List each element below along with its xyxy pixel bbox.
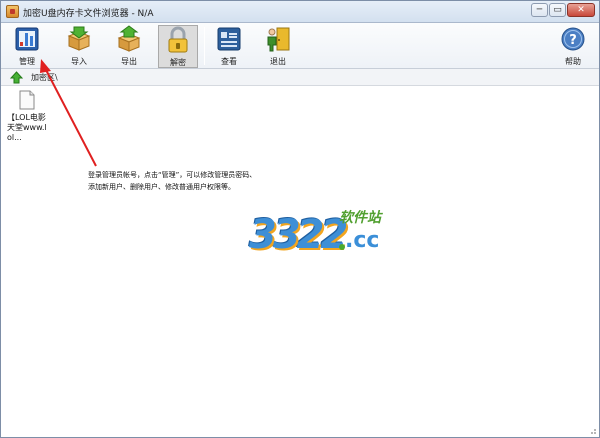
exit-door-icon [267,27,290,52]
hint-line-1: 登录管理员帐号，点击“管理”，可以修改管理员密码、 [88,171,257,179]
svg-text:?: ? [569,33,577,48]
current-path: 加密区\ [31,73,58,82]
export-button[interactable]: 导出 [109,25,149,68]
app-icon [6,5,19,18]
manage-button[interactable]: 管理 [7,25,47,68]
exit-button[interactable]: 退出 [258,25,298,68]
toolbar: 管理 导入 导出 解密 查看 退出 ? 帮助 [1,23,599,69]
box-export-icon [117,25,141,52]
watermark-suffix: .cc [345,228,380,253]
manage-label: 管理 [19,57,35,66]
help-icon: ? [561,27,585,51]
resize-grip-icon[interactable] [587,425,597,435]
view-label: 查看 [221,57,237,66]
maximize-button[interactable]: ▭ [549,3,566,17]
watermark-tagline: 软件站 [339,210,381,226]
export-label: 导出 [121,57,137,66]
title-bar: 加密U盘内存卡文件浏览器 - N/A ─ ▭ ✕ [1,1,599,23]
hint-text: 登录管理员帐号，点击“管理”，可以修改管理员密码、 添加新用户、删除用户、修改普… [88,169,256,193]
address-bar: 加密区\ [1,69,599,86]
minimize-button[interactable]: ─ [531,3,548,17]
view-list-icon [217,27,241,51]
exit-label: 退出 [270,57,286,66]
window-controls: ─ ▭ ✕ [531,3,595,17]
help-button[interactable]: ? 帮助 [553,25,593,68]
import-button[interactable]: 导入 [59,25,99,68]
help-label: 帮助 [565,57,581,66]
watermark-logo: 3322 软件站 .cc [249,206,409,266]
hint-line-2: 添加新用户、删除用户、修改普通用户权限等。 [88,183,235,191]
box-import-icon [67,26,91,51]
padlock-icon [168,26,188,53]
app-window: 加密U盘内存卡文件浏览器 - N/A ─ ▭ ✕ 管理 导入 导出 解密 查看 … [0,0,600,438]
file-icon [19,90,35,110]
up-folder-icon[interactable] [10,71,23,84]
decrypt-button[interactable]: 解密 [158,25,198,68]
file-item[interactable]: 【LOL电影天堂www.lol... [7,90,49,143]
window-title: 加密U盘内存卡文件浏览器 - N/A [23,9,154,19]
toolbar-separator [204,27,205,65]
manage-board-icon [15,27,39,51]
file-list-area: 【LOL电影天堂www.lol... 登录管理员帐号，点击“管理”，可以修改管理… [1,86,599,437]
import-label: 导入 [71,57,87,66]
decrypt-label: 解密 [170,58,186,67]
file-name: 【LOL电影天堂www.lol... [7,113,47,142]
close-button[interactable]: ✕ [567,3,595,17]
view-button[interactable]: 查看 [209,25,249,68]
watermark-number: 3322 [249,212,348,258]
